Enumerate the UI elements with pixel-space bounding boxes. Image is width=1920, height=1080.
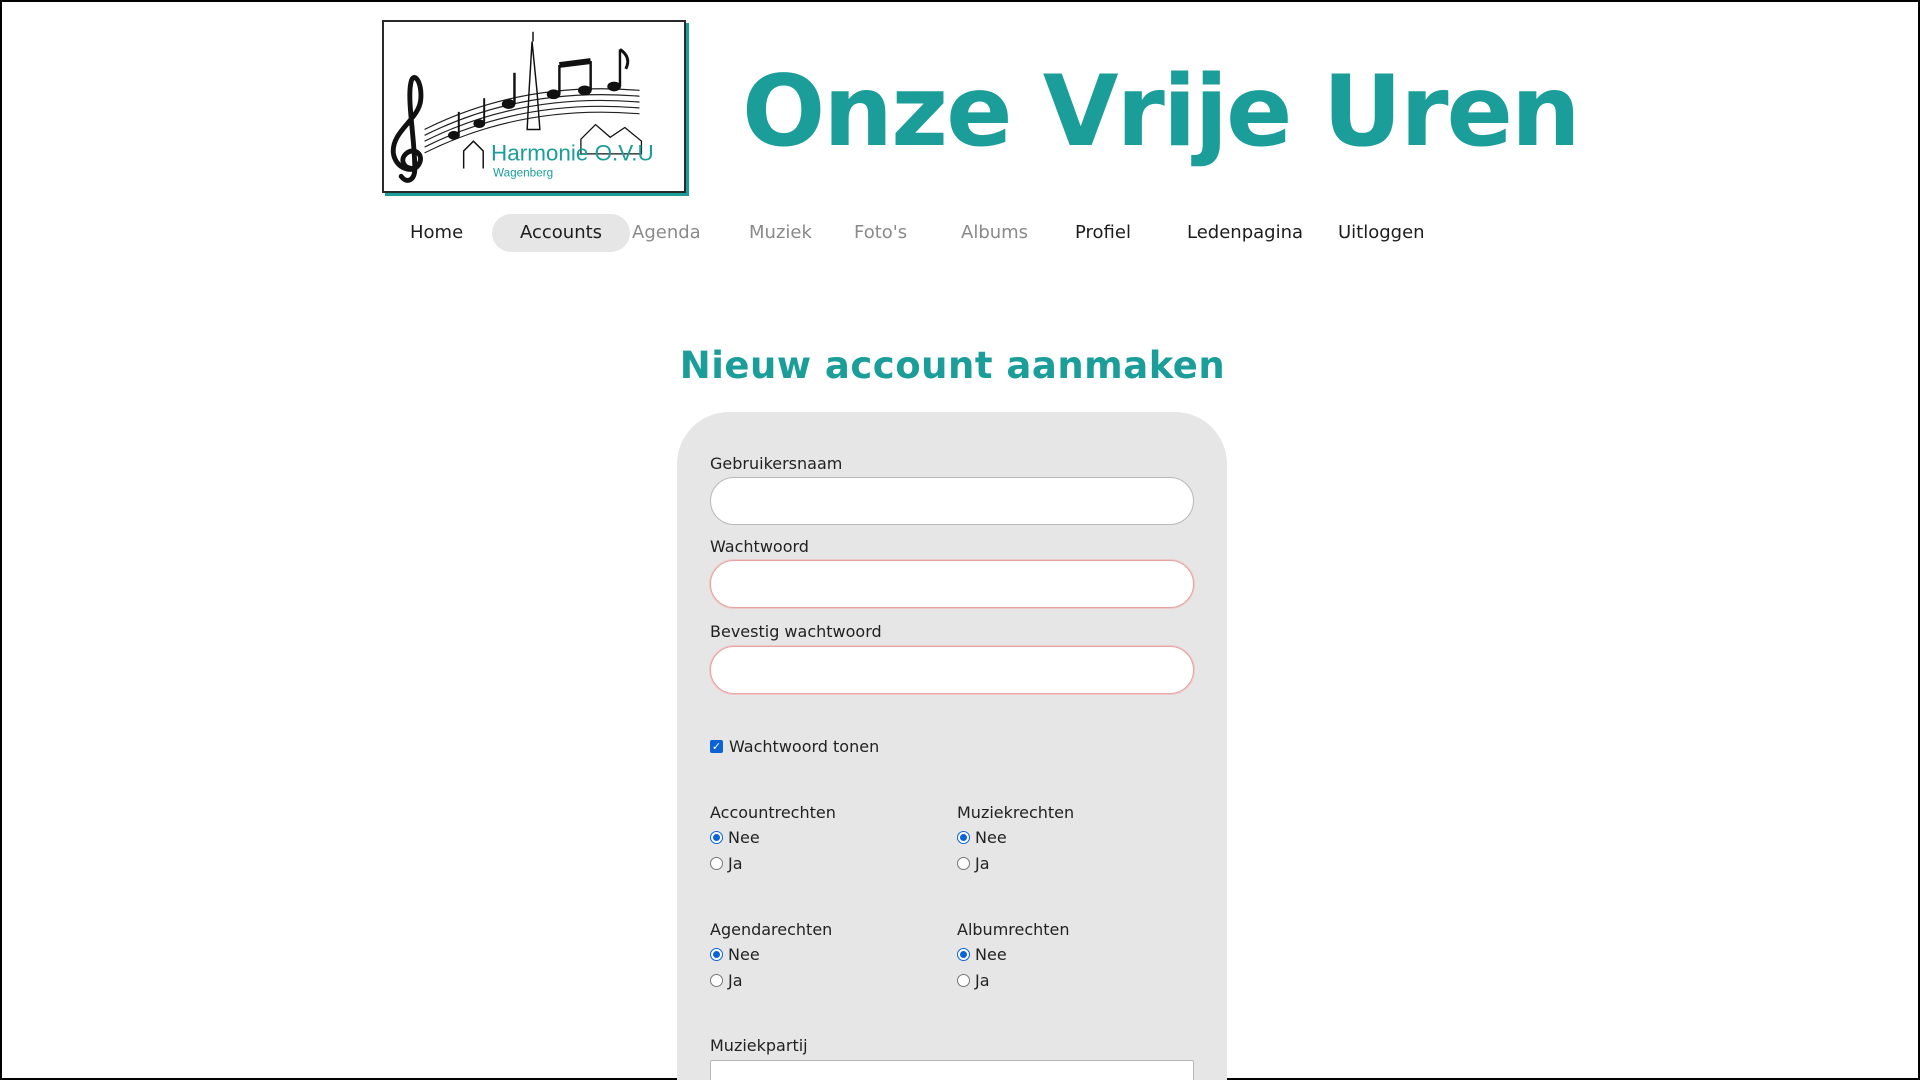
page-title: Nieuw account aanmaken — [679, 344, 1226, 387]
radio-button[interactable] — [957, 857, 970, 870]
nav-item-home[interactable]: Home — [382, 214, 491, 252]
site-title: Onze Vrije Uren — [742, 55, 1581, 169]
nav-item-uitloggen[interactable]: Uitloggen — [1310, 214, 1453, 252]
password-input[interactable] — [710, 560, 1194, 608]
radio-button[interactable] — [957, 974, 970, 987]
nav-item-albums[interactable]: Albums — [933, 214, 1056, 252]
nav-item-fotos[interactable]: Foto's — [826, 214, 935, 252]
radio-label: Ja — [975, 971, 990, 990]
show-password-row[interactable]: ✓ Wachtwoord tonen — [710, 737, 879, 756]
music-rights-label: Muziekrechten — [957, 803, 1075, 822]
account-rights-ja[interactable]: Ja — [710, 854, 743, 873]
svg-text:Wagenberg: Wagenberg — [493, 166, 553, 179]
music-part-select[interactable] — [710, 1060, 1194, 1080]
music-part-label: Muziekpartij — [710, 1036, 808, 1055]
password-label: Wachtwoord — [710, 537, 809, 556]
album-rights-label: Albumrechten — [957, 920, 1070, 939]
radio-button[interactable] — [710, 948, 723, 961]
svg-text:Harmonie O.V.U: Harmonie O.V.U — [491, 141, 654, 166]
nav-item-ledenpagina[interactable]: Ledenpagina — [1159, 214, 1331, 252]
radio-label: Ja — [975, 854, 990, 873]
account-rights-label: Accountrechten — [710, 803, 836, 822]
account-rights-nee[interactable]: Nee — [710, 828, 760, 847]
new-account-form: Gebruikersnaam Wachtwoord Bevestig wacht… — [677, 412, 1227, 1080]
nav-item-muziek[interactable]: Muziek — [721, 214, 840, 252]
album-rights-nee[interactable]: Nee — [957, 945, 1007, 964]
radio-button[interactable] — [710, 974, 723, 987]
radio-label: Nee — [975, 945, 1007, 964]
album-rights-ja[interactable]: Ja — [957, 971, 990, 990]
radio-button[interactable] — [957, 831, 970, 844]
music-rights-nee[interactable]: Nee — [957, 828, 1007, 847]
username-label: Gebruikersnaam — [710, 454, 843, 473]
agenda-rights-ja[interactable]: Ja — [710, 971, 743, 990]
music-rights-ja[interactable]: Ja — [957, 854, 990, 873]
confirm-password-label: Bevestig wachtwoord — [710, 622, 882, 641]
agenda-rights-nee[interactable]: Nee — [710, 945, 760, 964]
radio-label: Nee — [728, 945, 760, 964]
logo-graphic: Harmonie O.V.U Wagenberg — [390, 31, 654, 183]
radio-label: Nee — [975, 828, 1007, 847]
site-logo[interactable]: Harmonie O.V.U Wagenberg — [382, 20, 686, 193]
radio-label: Ja — [728, 971, 743, 990]
show-password-label: Wachtwoord tonen — [729, 737, 880, 756]
radio-button[interactable] — [957, 948, 970, 961]
show-password-checkbox[interactable]: ✓ — [710, 740, 723, 753]
radio-button[interactable] — [710, 831, 723, 844]
nav-item-agenda[interactable]: Agenda — [604, 214, 729, 252]
username-input[interactable] — [710, 477, 1194, 525]
nav-item-profiel[interactable]: Profiel — [1047, 214, 1159, 252]
radio-label: Nee — [728, 828, 760, 847]
radio-button[interactable] — [710, 857, 723, 870]
radio-label: Ja — [728, 854, 743, 873]
confirm-password-input[interactable] — [710, 646, 1194, 694]
agenda-rights-label: Agendarechten — [710, 920, 833, 939]
